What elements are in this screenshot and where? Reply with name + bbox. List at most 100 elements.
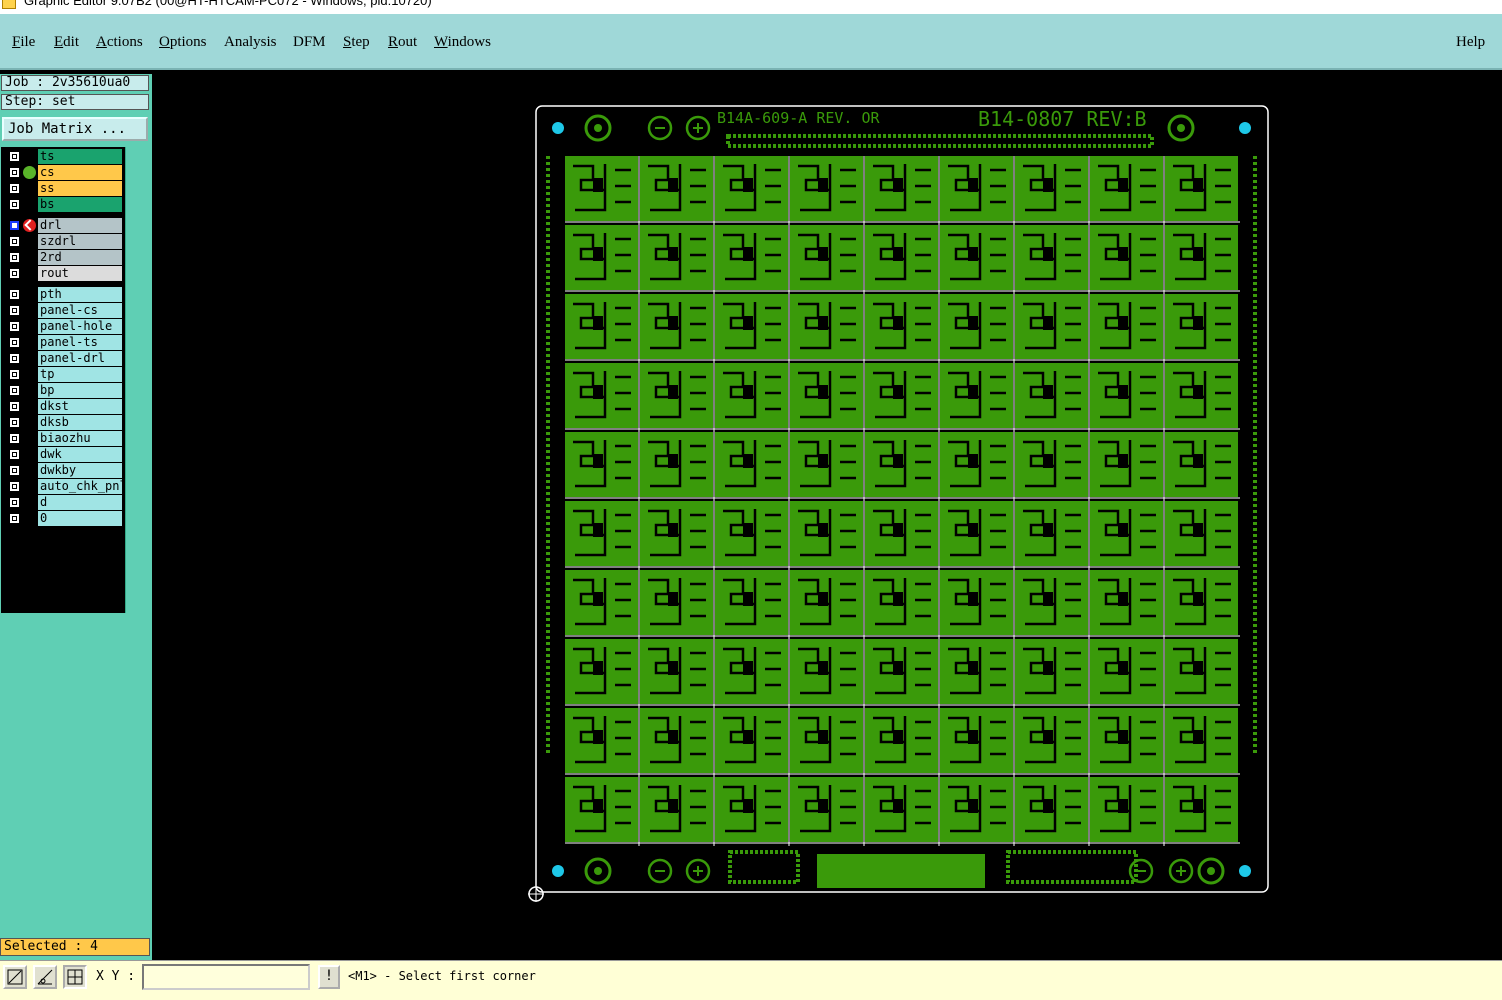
layer-name[interactable]: panel-cs — [38, 303, 122, 318]
graphic-canvas[interactable]: B14A-609-A REV. OR B14-0807 REV:B — [152, 74, 1502, 960]
layer-checkbox[interactable] — [9, 481, 20, 492]
pcb-unit-pad — [818, 730, 828, 744]
menu-windows[interactable]: Windows — [434, 34, 491, 51]
layer-name[interactable]: pth — [38, 287, 122, 302]
menu-edit[interactable]: Edit — [54, 34, 79, 51]
layer-row-szdrl[interactable]: szdrl — [3, 234, 123, 249]
menu-analysis[interactable]: Analysis — [224, 34, 277, 51]
measure-button[interactable] — [33, 965, 57, 989]
layer-row-bs[interactable]: bs — [3, 197, 123, 212]
layer-name[interactable]: ts — [38, 149, 122, 164]
layer-row-dwk[interactable]: dwk — [3, 447, 123, 462]
layer-checkbox[interactable] — [9, 401, 20, 412]
layer-checkbox[interactable] — [9, 417, 20, 428]
layer-checkbox[interactable] — [9, 268, 20, 279]
layer-row-ts[interactable]: ts — [3, 149, 123, 164]
menu-rout[interactable]: Rout — [388, 34, 417, 51]
layer-name[interactable]: dksb — [38, 415, 122, 430]
layer-name[interactable]: biaozhu — [38, 431, 122, 446]
pcb-unit-pad — [593, 523, 603, 537]
pcb-unit-pad — [893, 661, 903, 675]
layer-name[interactable]: drl — [38, 218, 122, 233]
layer-name[interactable]: rout — [38, 266, 122, 281]
snap-grid-button[interactable] — [63, 965, 87, 989]
layer-name[interactable]: bs — [38, 197, 122, 212]
pcb-unit-pad — [893, 523, 903, 537]
pcb-unit-pad — [818, 316, 828, 330]
pcb-unit-pad — [893, 247, 903, 261]
layer-name[interactable]: panel-ts — [38, 335, 122, 350]
layer-name[interactable]: dkst — [38, 399, 122, 414]
layer-row-biaozhu[interactable]: biaozhu — [3, 431, 123, 446]
layer-checkbox[interactable] — [9, 465, 20, 476]
layer-name[interactable]: auto_chk_pnl — [38, 479, 122, 494]
layer-name[interactable]: panel-hole — [38, 319, 122, 334]
layer-row-auto_chk_pnl[interactable]: auto_chk_pnl — [3, 479, 123, 494]
layer-name[interactable]: dwkby — [38, 463, 122, 478]
layer-checkbox[interactable] — [9, 252, 20, 263]
layer-checkbox[interactable] — [9, 151, 20, 162]
layer-checkbox[interactable] — [9, 321, 20, 332]
layer-row-panel-drl[interactable]: panel-drl — [3, 351, 123, 366]
layer-row-tp[interactable]: tp — [3, 367, 123, 382]
affected-layer-icon — [23, 166, 36, 179]
layer-name[interactable]: dwk — [38, 447, 122, 462]
pcb-unit-pad — [968, 178, 978, 192]
menu-dfm[interactable]: DFM — [293, 34, 326, 51]
layer-checkbox[interactable] — [9, 220, 20, 231]
pcb-unit-pad — [743, 178, 753, 192]
menu-actions[interactable]: Actions — [96, 34, 143, 51]
menu-options[interactable]: Options — [159, 34, 207, 51]
layer-row-panel-hole[interactable]: panel-hole — [3, 319, 123, 334]
layer-row-rout[interactable]: rout — [3, 266, 123, 281]
layer-row-pth[interactable]: pth — [3, 287, 123, 302]
layer-row-panel-ts[interactable]: panel-ts — [3, 335, 123, 350]
layer-checkbox[interactable] — [9, 183, 20, 194]
layer-checkbox[interactable] — [9, 385, 20, 396]
layer-row-bp[interactable]: bp — [3, 383, 123, 398]
layer-row-d[interactable]: d — [3, 495, 123, 510]
layer-row-panel-cs[interactable]: panel-cs — [3, 303, 123, 318]
layer-name[interactable]: panel-drl — [38, 351, 122, 366]
layer-checkbox[interactable] — [9, 337, 20, 348]
layer-checkbox[interactable] — [9, 369, 20, 380]
layer-checkbox[interactable] — [9, 497, 20, 508]
layer-checkbox[interactable] — [9, 513, 20, 524]
layer-name[interactable]: ss — [38, 181, 122, 196]
layer-checkbox[interactable] — [9, 433, 20, 444]
menu-file[interactable]: File — [12, 34, 35, 51]
pcb-unit-pad — [1193, 730, 1203, 744]
layer-checkbox[interactable] — [9, 289, 20, 300]
layer-row-2rd[interactable]: 2rd — [3, 250, 123, 265]
layer-row-dwkby[interactable]: dwkby — [3, 463, 123, 478]
zoom-area-button[interactable] — [3, 965, 27, 989]
layer-checkbox[interactable] — [9, 236, 20, 247]
layer-checkbox[interactable] — [9, 167, 20, 178]
layer-row-dkst[interactable]: dkst — [3, 399, 123, 414]
layer-checkbox[interactable] — [9, 199, 20, 210]
layer-name[interactable]: d — [38, 495, 122, 510]
layer-name[interactable]: 0 — [38, 511, 122, 526]
menu-step[interactable]: Step — [343, 34, 370, 51]
layer-checkbox[interactable] — [9, 353, 20, 364]
layer-row-ss[interactable]: ss — [3, 181, 123, 196]
xy-input[interactable] — [142, 964, 310, 990]
layer-name[interactable]: tp — [38, 367, 122, 382]
layer-row-cs[interactable]: cs — [3, 165, 123, 180]
layer-row-drl[interactable]: drl — [3, 218, 123, 233]
layer-checkbox[interactable] — [9, 449, 20, 460]
layer-checkbox[interactable] — [9, 305, 20, 316]
layer-name[interactable]: szdrl — [38, 234, 122, 249]
layer-name[interactable]: 2rd — [38, 250, 122, 265]
menu-help[interactable]: Help — [1456, 34, 1485, 51]
job-matrix-button[interactable]: Job Matrix ... — [2, 117, 148, 141]
layer-row-dksb[interactable]: dksb — [3, 415, 123, 430]
menu-bar: File Edit Actions Options Analysis DFM Step Rou… — [0, 14, 1502, 70]
pcb-panel-drawing[interactable]: B14A-609-A REV. OR B14-0807 REV:B — [152, 74, 1502, 960]
bang-button[interactable]: ! — [318, 965, 340, 989]
layer-name[interactable]: cs — [38, 165, 122, 180]
pcb-unit-pad — [668, 523, 678, 537]
layer-row-0[interactable]: 0 — [3, 511, 123, 526]
layer-name[interactable]: bp — [38, 383, 122, 398]
checkbox-inner — [12, 324, 17, 329]
